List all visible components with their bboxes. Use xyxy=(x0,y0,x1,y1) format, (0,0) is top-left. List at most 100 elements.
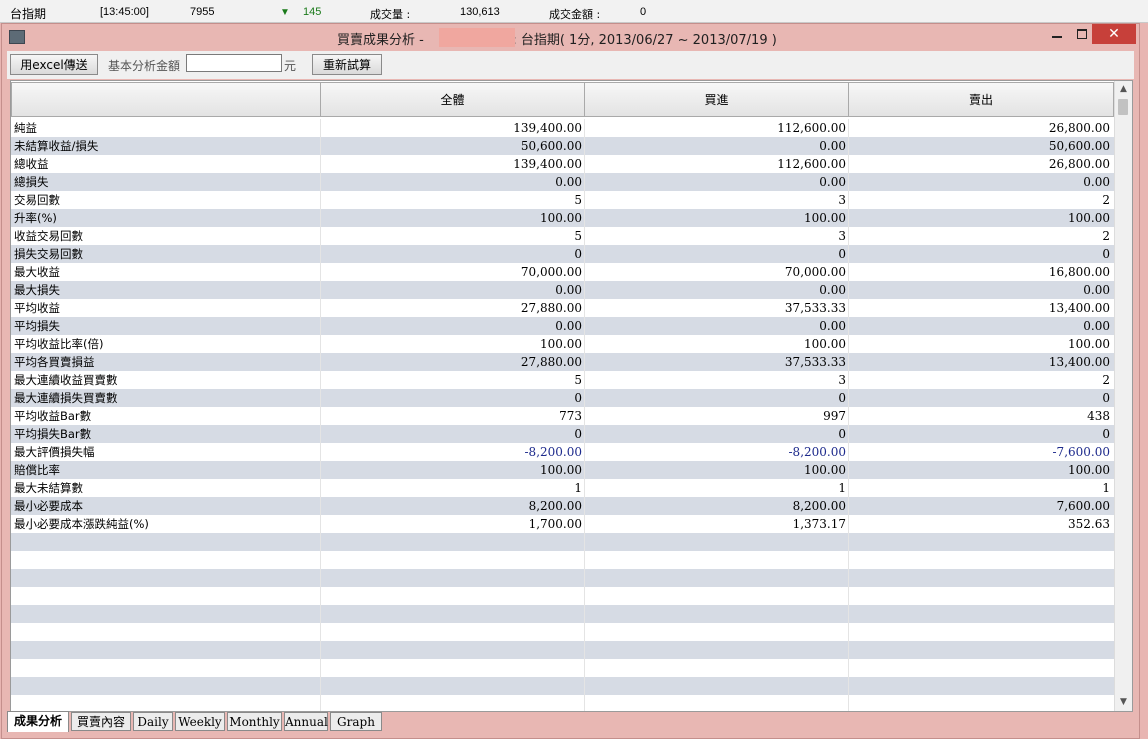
tab-annual[interactable]: Annual xyxy=(284,712,328,731)
empty-table-row[interactable] xyxy=(11,641,1115,659)
table-row[interactable]: 交易回數 5 3 2 xyxy=(11,191,1115,209)
empty-table-row[interactable] xyxy=(11,659,1115,677)
cell-buy: 0.00 xyxy=(819,283,846,297)
cell-all: 773 xyxy=(559,409,582,423)
cell-buy: 0 xyxy=(838,391,846,405)
cell-buy: 8,200.00 xyxy=(792,499,846,513)
close-button[interactable]: ✕ xyxy=(1092,24,1136,44)
cell-all: 0 xyxy=(574,391,582,405)
column-header-sell[interactable]: 賣出 xyxy=(848,82,1114,117)
table-row[interactable]: 平均收益Bar數 773 997 438 xyxy=(11,407,1115,425)
row-label: 未結算收益/損失 xyxy=(14,139,99,153)
scroll-thumb[interactable] xyxy=(1118,99,1128,115)
grid-header: 全體 買進 賣出 xyxy=(11,81,1115,118)
vertical-scrollbar[interactable]: ▲ ▼ xyxy=(1114,81,1132,711)
cell-sell: 1 xyxy=(1102,481,1110,495)
column-divider xyxy=(584,119,585,711)
row-label: 平均收益比率(倍) xyxy=(14,337,104,351)
cell-all: 100.00 xyxy=(540,337,582,351)
row-label: 收益交易回數 xyxy=(14,229,83,243)
scroll-down-arrow-icon[interactable]: ▼ xyxy=(1115,694,1132,711)
empty-table-row[interactable] xyxy=(11,605,1115,623)
redacted-block xyxy=(439,28,515,47)
window-titlebar[interactable]: 買賣成果分析 - `: 台指期( 1分, 2013/06/27 ~ 2013/07… xyxy=(2,24,1139,50)
empty-table-row[interactable] xyxy=(11,587,1115,605)
cell-all: 0.00 xyxy=(555,319,582,333)
tab-weekly[interactable]: Weekly xyxy=(175,712,225,731)
cell-sell: 0.00 xyxy=(1083,319,1110,333)
ticker-symbol-name: 台指期 xyxy=(10,7,47,21)
table-row[interactable]: 升率(%) 100.00 100.00 100.00 xyxy=(11,209,1115,227)
amount-label: 成交金額 : xyxy=(549,8,601,21)
window-title-suffix: `: 台指期( 1分, 2013/06/27 ~ 2013/07/19 ) xyxy=(505,33,777,48)
column-header-buy[interactable]: 買進 xyxy=(584,82,849,117)
table-row[interactable]: 最大損失 0.00 0.00 0.00 xyxy=(11,281,1115,299)
cell-buy: 100.00 xyxy=(804,211,846,225)
table-row[interactable]: 賠償比率 100.00 100.00 100.00 xyxy=(11,461,1115,479)
table-row[interactable]: 最大連續損失買賣數 0 0 0 xyxy=(11,389,1115,407)
table-row[interactable]: 未結算收益/損失 50,600.00 0.00 50,600.00 xyxy=(11,137,1115,155)
row-label: 純益 xyxy=(14,121,37,135)
empty-table-row[interactable] xyxy=(11,533,1115,551)
table-row[interactable]: 損失交易回數 0 0 0 xyxy=(11,245,1115,263)
cell-buy: 0.00 xyxy=(819,319,846,333)
tab-monthly[interactable]: Monthly xyxy=(227,712,282,731)
cell-buy: 0.00 xyxy=(819,175,846,189)
tab-trades[interactable]: 買賣內容 xyxy=(71,712,131,731)
row-label: 最大連續收益買賣數 xyxy=(14,373,118,387)
cell-sell: 2 xyxy=(1102,373,1110,387)
cell-buy: 0.00 xyxy=(819,139,846,153)
cell-sell: 26,800.00 xyxy=(1048,157,1110,171)
tab-results[interactable]: 成果分析 xyxy=(7,711,69,732)
table-row[interactable]: 總收益 139,400.00 112,600.00 26,800.00 xyxy=(11,155,1115,173)
row-label: 總收益 xyxy=(14,157,49,171)
table-row[interactable]: 平均損失 0.00 0.00 0.00 xyxy=(11,317,1115,335)
empty-table-row[interactable] xyxy=(11,677,1115,695)
cell-all: 0.00 xyxy=(555,175,582,189)
cell-sell: 13,400.00 xyxy=(1048,301,1110,315)
cell-sell: 100.00 xyxy=(1068,211,1110,225)
table-row[interactable]: 最大未結算數 1 1 1 xyxy=(11,479,1115,497)
maximize-button[interactable] xyxy=(1070,25,1094,43)
tab-daily[interactable]: Daily xyxy=(133,712,173,731)
table-row[interactable]: 平均收益 27,880.00 37,533.33 13,400.00 xyxy=(11,299,1115,317)
volume-value: 130,613 xyxy=(460,6,500,18)
cell-all: 0.00 xyxy=(555,283,582,297)
base-amount-input[interactable] xyxy=(186,54,282,72)
recalculate-button[interactable]: 重新試算 xyxy=(312,54,382,75)
table-row[interactable]: 總損失 0.00 0.00 0.00 xyxy=(11,173,1115,191)
table-row[interactable]: 純益 139,400.00 112,600.00 26,800.00 xyxy=(11,119,1115,137)
amount-value: 0 xyxy=(640,6,647,18)
cell-all: 100.00 xyxy=(540,463,582,477)
minimize-button[interactable] xyxy=(1046,25,1070,43)
cell-all: 139,400.00 xyxy=(513,157,582,171)
cell-sell: 2 xyxy=(1102,229,1110,243)
table-row[interactable]: 最大收益 70,000.00 70,000.00 16,800.00 xyxy=(11,263,1115,281)
empty-table-row[interactable] xyxy=(11,623,1115,641)
cell-sell: 0.00 xyxy=(1083,283,1110,297)
ticker-time: [13:45:00] xyxy=(100,6,149,18)
table-row[interactable]: 最小必要成本漲跌純益(%) 1,700.00 1,373.17 352.63 xyxy=(11,515,1115,533)
row-label: 最小必要成本 xyxy=(14,499,83,513)
cell-all: 50,600.00 xyxy=(520,139,582,153)
cell-buy: 112,600.00 xyxy=(777,121,846,135)
empty-table-row[interactable] xyxy=(11,551,1115,569)
cell-all: 1 xyxy=(574,481,582,495)
window-menu-icon[interactable] xyxy=(9,30,25,44)
send-to-excel-button[interactable]: 用excel傳送 xyxy=(10,54,98,75)
tab-graph[interactable]: Graph xyxy=(330,712,382,731)
scroll-up-arrow-icon[interactable]: ▲ xyxy=(1115,81,1132,98)
table-row[interactable]: 收益交易回數 5 3 2 xyxy=(11,227,1115,245)
table-row[interactable]: 最大連續收益買賣數 5 3 2 xyxy=(11,371,1115,389)
table-row[interactable]: 平均各買賣損益 27,880.00 37,533.33 13,400.00 xyxy=(11,353,1115,371)
column-header-all[interactable]: 全體 xyxy=(320,82,585,117)
table-row[interactable]: 平均收益比率(倍) 100.00 100.00 100.00 xyxy=(11,335,1115,353)
cell-all: 27,880.00 xyxy=(520,355,582,369)
empty-table-row[interactable] xyxy=(11,569,1115,587)
table-row[interactable]: 最大評價損失幅 -8,200.00 -8,200.00 -7,600.00 xyxy=(11,443,1115,461)
column-header-metric[interactable] xyxy=(11,82,321,117)
cell-sell: 16,800.00 xyxy=(1048,265,1110,279)
table-row[interactable]: 平均損失Bar數 0 0 0 xyxy=(11,425,1115,443)
table-row[interactable]: 最小必要成本 8,200.00 8,200.00 7,600.00 xyxy=(11,497,1115,515)
cell-buy: 0 xyxy=(838,247,846,261)
